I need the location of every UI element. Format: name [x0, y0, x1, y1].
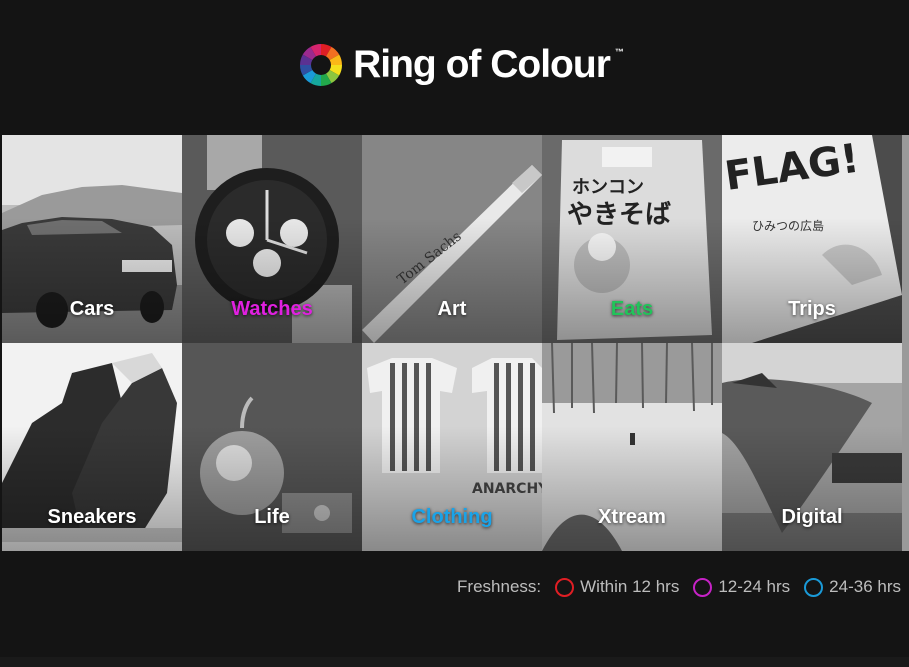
legend-item-24-36: 24-36 hrs	[804, 577, 901, 597]
tile-label: Sneakers	[47, 506, 137, 528]
magenta-ring-icon	[693, 577, 713, 597]
footer-strip	[0, 657, 909, 667]
site-header: Ring of Colour ™	[0, 0, 909, 135]
tile-partial-edge	[902, 343, 909, 551]
tile-life[interactable]: Life	[182, 343, 362, 551]
legend-label: 12-24 hrs	[718, 577, 791, 596]
tile-shade	[362, 426, 542, 551]
tile-label: Watches	[231, 298, 313, 320]
tile-xtream[interactable]: Xtream	[542, 343, 722, 551]
tile-sneakers[interactable]: Sneakers	[2, 343, 182, 551]
brand-name: Ring of Colour ™	[353, 42, 624, 87]
tile-shade	[362, 218, 542, 343]
legend-label: 24-36 hrs	[829, 577, 901, 596]
tile-label: Life	[254, 506, 290, 528]
tile-label: Cars	[69, 298, 115, 320]
tile-clothing[interactable]: ANARCHY Clothing	[362, 343, 542, 551]
tile-digital[interactable]: Digital	[722, 343, 902, 551]
red-ring-icon	[555, 577, 575, 597]
trademark-mark: ™	[614, 46, 624, 57]
tile-shade	[542, 426, 722, 551]
freshness-legend: Freshness: Within 12 hrs 12-24 hrs 24-36…	[457, 573, 901, 601]
blue-ring-icon	[804, 577, 824, 597]
tile-cars[interactable]: Cars	[2, 135, 182, 343]
tile-shade	[722, 218, 902, 343]
category-grid: Cars Watches Tom Sachs Art	[2, 135, 909, 551]
tile-label: Clothing	[411, 506, 493, 528]
legend-label: Within 12 hrs	[580, 577, 680, 596]
tile-shade	[2, 426, 182, 551]
brand-name-text: Ring of Colour	[353, 42, 611, 86]
tile-watches[interactable]: Watches	[182, 135, 362, 343]
tile-trips[interactable]: FLAG! ひみつの広島 Trips	[722, 135, 902, 343]
tile-shade	[182, 426, 362, 551]
svg-text:ホンコン: ホンコン	[572, 177, 644, 198]
tile-art[interactable]: Tom Sachs Art	[362, 135, 542, 343]
tile-shade	[542, 218, 722, 343]
tile-label: Eats	[610, 298, 654, 320]
tile-label: Trips	[788, 298, 836, 320]
legend-title: Freshness:	[457, 577, 542, 596]
tile-shade	[722, 426, 902, 551]
color-ring-logo-icon	[300, 43, 343, 86]
tile-label: Digital	[781, 506, 843, 528]
tile-label: Xtream	[598, 506, 666, 528]
legend-item-within-12: Within 12 hrs	[555, 577, 679, 597]
legend-item-12-24: 12-24 hrs	[693, 577, 790, 597]
tile-shade	[2, 218, 182, 343]
brand-link[interactable]: Ring of Colour ™	[299, 42, 624, 87]
tile-partial-edge	[902, 135, 909, 343]
tile-label: Art	[437, 298, 467, 320]
tile-shade	[182, 218, 362, 343]
tile-eats[interactable]: ホンコン やきそば Eats	[542, 135, 722, 343]
